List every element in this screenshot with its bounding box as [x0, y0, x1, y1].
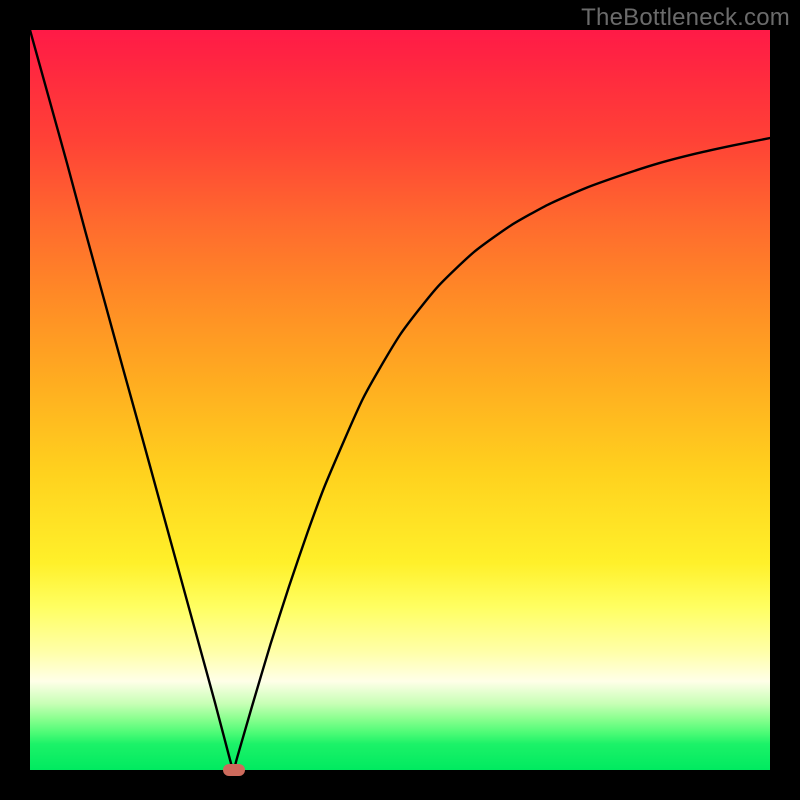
- chart-marker: [223, 764, 245, 776]
- chart-curve-path: [30, 30, 770, 770]
- chart-frame: TheBottleneck.com: [0, 0, 800, 800]
- watermark-label: TheBottleneck.com: [581, 4, 790, 32]
- chart-curve-svg: [30, 30, 770, 770]
- chart-plot-area: [30, 30, 770, 770]
